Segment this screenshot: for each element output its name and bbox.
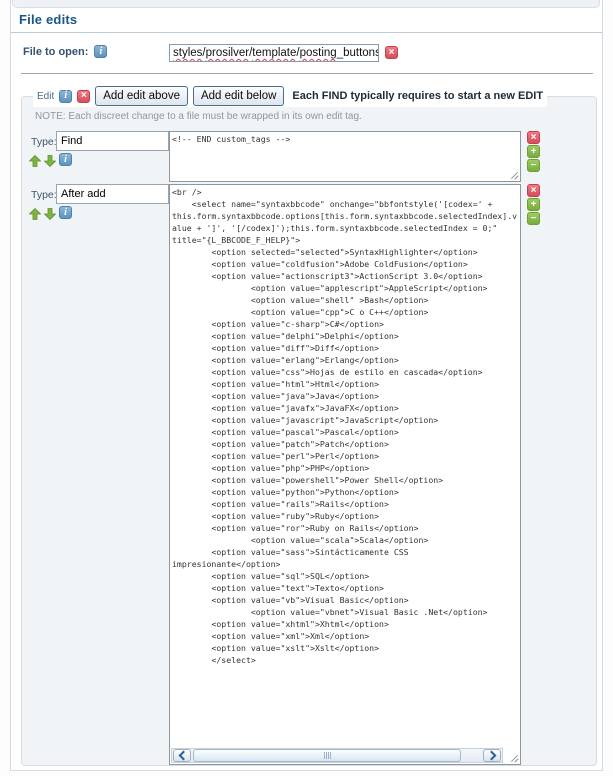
delete-edit-icon[interactable]: × (77, 90, 90, 103)
file-edits-panel: File edits File to open: i styles/prosil… (10, 0, 603, 771)
type-label: Type: (31, 136, 57, 148)
edit-action-buttons: × + − (527, 184, 540, 225)
type-label: Type: (31, 189, 57, 201)
section-divider (21, 73, 593, 74)
edit-row-controls: i (29, 153, 72, 166)
edit-type-select[interactable]: Find (56, 131, 186, 151)
move-up-icon[interactable] (29, 154, 41, 166)
resize-handle-icon[interactable] (510, 171, 519, 180)
resize-handle-icon[interactable] (510, 754, 519, 763)
add-action-icon[interactable]: + (527, 198, 540, 211)
scroll-left-icon[interactable] (173, 749, 191, 762)
add-edit-above-button[interactable]: Add edit above (95, 86, 188, 106)
edit-action-buttons: × + − (527, 131, 540, 172)
move-up-icon[interactable] (29, 207, 41, 219)
add-action-icon[interactable]: + (527, 145, 540, 158)
page-title: File edits (19, 12, 77, 27)
selected-type-value: After add (57, 188, 168, 200)
file-to-open-input[interactable]: styles/prosilver/template/posting_button… (169, 44, 379, 62)
move-down-icon[interactable] (44, 207, 56, 219)
info-icon[interactable]: i (59, 206, 72, 219)
edit-legend-row: Edit i × Add edit above Add edit below E… (33, 85, 547, 107)
edit-hint-text: Each FIND typically requires to start a … (292, 90, 543, 102)
remove-action-icon[interactable]: − (527, 159, 540, 172)
edit-note-text: NOTE: Each discreet change to a file mus… (35, 111, 362, 122)
horizontal-scrollbar[interactable] (171, 748, 503, 763)
after-add-code-textarea[interactable]: <br /> <select name="syntaxbbcode" oncha… (169, 184, 521, 765)
add-edit-below-button[interactable]: Add edit below (193, 86, 284, 106)
move-down-icon[interactable] (44, 154, 56, 166)
edit-legend-label: Edit (37, 91, 54, 102)
delete-file-icon[interactable]: × (385, 46, 398, 59)
scroll-right-icon[interactable] (483, 749, 501, 762)
info-icon[interactable]: i (94, 45, 107, 58)
file-to-open-label: File to open: (23, 46, 88, 58)
delete-action-icon[interactable]: × (527, 131, 540, 144)
edit-type-select[interactable]: After add (56, 184, 186, 204)
remove-action-icon[interactable]: − (527, 212, 540, 225)
selected-type-value: Find (57, 135, 168, 147)
delete-action-icon[interactable]: × (527, 184, 540, 197)
file-to-open-row: File to open: i (23, 45, 107, 58)
edit-row-controls: i (29, 206, 72, 219)
after-add-code-text: <br /> <select name="syntaxbbcode" oncha… (170, 185, 520, 667)
previous-panel-edge (12, 0, 600, 8)
find-code-textarea[interactable]: <!-- END custom_tags --> (169, 131, 521, 182)
find-code-text: <!-- END custom_tags --> (170, 132, 520, 146)
info-icon[interactable]: i (59, 153, 72, 166)
title-divider (11, 32, 602, 33)
scrollbar-thumb[interactable] (193, 749, 461, 762)
info-icon[interactable]: i (59, 90, 72, 103)
